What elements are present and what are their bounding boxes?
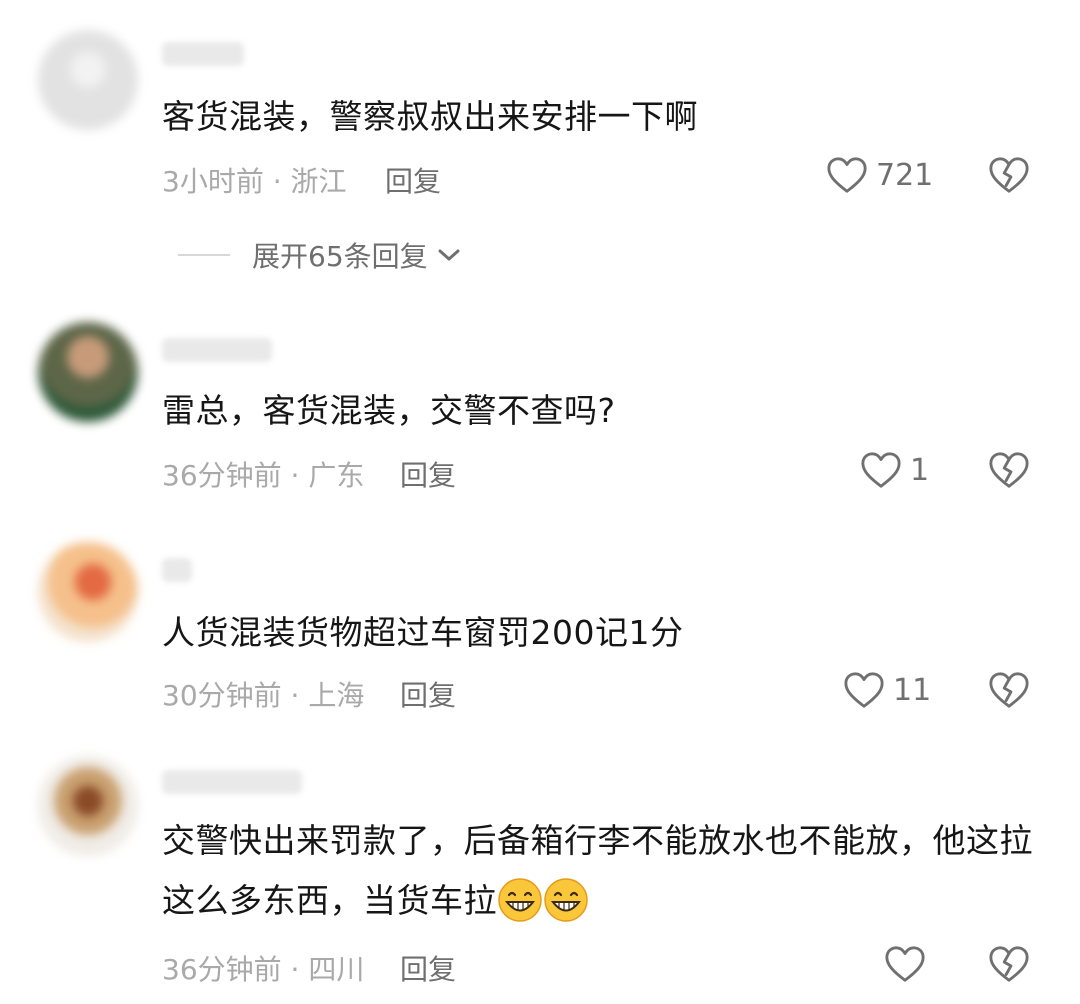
avatar[interactable]	[38, 322, 138, 422]
dislike-button[interactable]	[988, 670, 1030, 714]
heart-outline-icon	[860, 450, 902, 490]
comment-meta: 3小时前 · 浙江	[162, 165, 347, 198]
dislike-button[interactable]	[988, 944, 1030, 988]
comment-text-line-text: 这么多东西，当货车拉	[162, 881, 497, 920]
like-count: 1	[910, 452, 930, 488]
dislike-button[interactable]	[988, 450, 1030, 494]
username[interactable]	[162, 338, 272, 362]
username[interactable]	[162, 42, 244, 66]
reply-button[interactable]: 回复	[400, 948, 456, 988]
comment-item: 交警快出来罚款了，后备箱行李不能放水也不能放，他这拉 这么多东西，当货车拉 36…	[0, 740, 1080, 1004]
comment-text: 人货混装货物超过车窗罚200记1分	[162, 613, 684, 652]
like-button[interactable]	[884, 944, 926, 984]
username[interactable]	[162, 770, 302, 794]
comment-meta: 30分钟前 · 上海	[162, 679, 365, 712]
expand-replies-button[interactable]: 展开65条回复	[178, 235, 462, 275]
username[interactable]	[162, 558, 192, 582]
like-count: 11	[893, 672, 932, 708]
dislike-button[interactable]	[988, 155, 1030, 199]
like-button[interactable]: 721	[826, 155, 933, 195]
broken-heart-icon	[988, 155, 1030, 195]
avatar[interactable]	[38, 542, 138, 642]
reply-button[interactable]: 回复	[400, 454, 456, 494]
comment-item: 人货混装货物超过车窗罚200记1分 30分钟前 · 上海 回复 11	[0, 520, 1080, 740]
comment-text: 雷总，客货混装，交警不查吗?	[162, 391, 616, 430]
comment-text: 交警快出来罚款了，后备箱行李不能放水也不能放，他这拉 这么多东西，当货车拉	[162, 818, 1052, 924]
chevron-down-icon	[438, 249, 460, 261]
comment-item: 客货混装，警察叔叔出来安排一下啊 3小时前 · 浙江 回复 721 展开65条回…	[0, 0, 1080, 300]
like-button[interactable]: 1	[860, 450, 929, 490]
expand-replies-label: 展开65条回复	[252, 240, 428, 273]
divider	[178, 254, 230, 256]
heart-outline-icon	[884, 944, 926, 984]
comment-text-line: 这么多东西，当货车拉	[162, 878, 1052, 924]
broken-heart-icon	[988, 944, 1030, 984]
reply-button[interactable]: 回复	[400, 674, 456, 714]
like-button[interactable]: 11	[843, 670, 931, 710]
comment-meta: 36分钟前 · 四川	[162, 953, 365, 986]
heart-outline-icon	[826, 155, 868, 195]
broken-heart-icon	[988, 450, 1030, 490]
comment-text-line: 交警快出来罚款了，后备箱行李不能放水也不能放，他这拉	[162, 821, 1033, 860]
heart-outline-icon	[843, 670, 885, 710]
grinning-face-emoji	[497, 877, 543, 923]
comment-meta: 36分钟前 · 广东	[162, 459, 365, 492]
avatar[interactable]	[38, 756, 138, 856]
like-count: 721	[876, 157, 934, 193]
broken-heart-icon	[988, 670, 1030, 710]
reply-button[interactable]: 回复	[385, 160, 441, 200]
grinning-face-emoji	[543, 877, 589, 923]
comment-item: 雷总，客货混装，交警不查吗? 36分钟前 · 广东 回复 1	[0, 300, 1080, 520]
avatar[interactable]	[38, 30, 138, 130]
comment-text: 客货混装，警察叔叔出来安排一下啊	[162, 97, 698, 136]
